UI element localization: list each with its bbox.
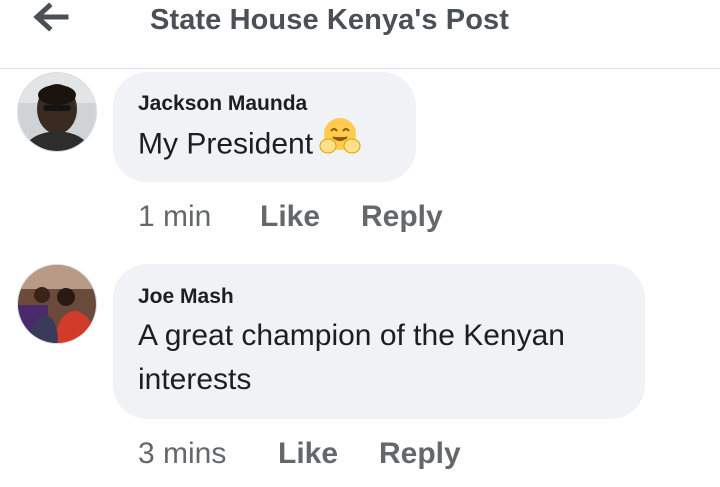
avatar-jackson-maunda[interactable]: [17, 72, 97, 152]
profile-photo-icon: [18, 265, 96, 343]
reply-button[interactable]: Reply: [379, 437, 461, 471]
avatar-joe-mash[interactable]: [17, 264, 97, 344]
hugging-face-emoji-icon: [319, 116, 361, 169]
comment-author[interactable]: Joe Mash: [138, 285, 234, 309]
comment-text-line: interests: [138, 363, 252, 396]
like-button[interactable]: Like: [260, 200, 320, 234]
page-title: State House Kenya's Post: [150, 4, 510, 36]
top-bar: State House Kenya's Post: [0, 0, 720, 69]
comment-text: My President: [138, 118, 361, 169]
comment-text-line: A great champion of the Kenyan: [138, 319, 565, 352]
comment-text-content: My President: [138, 127, 314, 161]
profile-photo-icon: [18, 73, 96, 151]
comment-author[interactable]: Jackson Maunda: [138, 92, 307, 116]
back-button[interactable]: [28, 2, 72, 32]
comment-timestamp: 3 mins: [138, 437, 227, 470]
like-button[interactable]: Like: [278, 437, 338, 471]
comment-timestamp: 1 min: [138, 200, 212, 233]
reply-button[interactable]: Reply: [361, 200, 443, 234]
arrow-left-icon: [33, 2, 69, 32]
